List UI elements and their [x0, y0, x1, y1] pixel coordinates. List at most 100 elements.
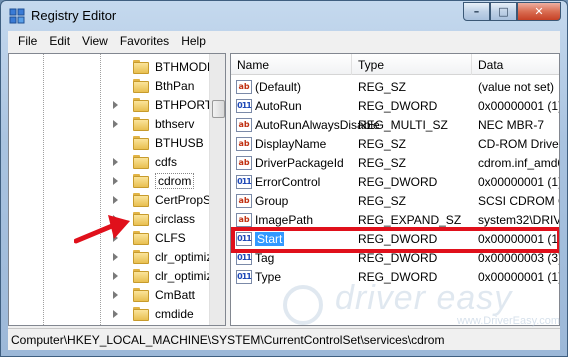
- value-type: REG_DWORD: [358, 99, 438, 113]
- value-data: cdrom.inf_amd64: [478, 156, 559, 170]
- folder-icon: [133, 174, 149, 188]
- tree-item[interactable]: cdrom: [9, 172, 209, 191]
- column-header-data[interactable]: Data: [472, 54, 559, 75]
- expand-arrow-icon[interactable]: [113, 272, 118, 280]
- tree-item[interactable]: clr_optimization: [9, 267, 225, 286]
- string-value-icon: ab: [236, 80, 252, 94]
- menu-view[interactable]: View: [76, 34, 114, 48]
- registry-value-row[interactable]: ab AutoRunAlwaysDisable REG_MULTI_SZ NEC MB…: [231, 116, 559, 135]
- value-type: REG_MULTI_SZ: [358, 118, 448, 132]
- expand-arrow-icon[interactable]: [113, 253, 118, 261]
- registry-value-row[interactable]: 011 Type REG_DWORD 0x00000001 (1): [231, 268, 560, 287]
- tree-item-label: CLFS: [155, 231, 186, 245]
- expand-arrow-icon[interactable]: [113, 291, 118, 299]
- string-value-icon: ab: [236, 194, 252, 208]
- value-data: 0x00000003 (3): [478, 251, 560, 265]
- value-name: ImagePath: [255, 213, 314, 227]
- registry-value-row[interactable]: ab (Default) REG_SZ (value not set): [231, 78, 559, 97]
- string-value-icon: ab: [236, 118, 252, 132]
- value-type: REG_SZ: [358, 80, 407, 94]
- expand-arrow-icon[interactable]: [113, 158, 118, 166]
- tree-item[interactable]: BTHUSB: [9, 134, 209, 153]
- value-data: SCSI CDROM Class: [478, 194, 559, 208]
- menu-bar: File Edit View Favorites Help: [8, 31, 560, 51]
- tree-item-label: CmBatt: [155, 288, 196, 302]
- minimize-button[interactable]: –: [463, 2, 490, 21]
- folder-icon: [133, 193, 149, 207]
- tree-item[interactable]: BTHPORT: [9, 96, 213, 115]
- folder-icon: [133, 117, 149, 131]
- value-data: CD-ROM Driver: [478, 137, 560, 151]
- value-name: DisplayName: [255, 137, 327, 151]
- tree-item[interactable]: BthPan: [9, 77, 209, 96]
- menu-file[interactable]: File: [12, 34, 43, 48]
- tree-item-label: bthserv: [155, 117, 195, 131]
- value-type: REG_DWORD: [358, 251, 438, 265]
- registry-value-row[interactable]: 011 ErrorControl REG_DWORD 0x00000001 (1): [231, 173, 560, 192]
- tree-item-label: BthPan: [155, 79, 195, 93]
- tree-vertical-scrollbar[interactable]: [209, 54, 225, 325]
- list-header: Name Type Data: [231, 54, 559, 75]
- registry-value-row[interactable]: 011 AutoRun REG_DWORD 0x00000001 (1): [231, 97, 559, 116]
- tree-item-label: cdfs: [155, 155, 178, 169]
- dword-value-icon: 011: [236, 251, 252, 265]
- scrollbar-thumb[interactable]: [212, 100, 225, 118]
- value-type: REG_SZ: [358, 137, 407, 151]
- tree-item[interactable]: CmBatt: [9, 286, 209, 305]
- value-type: REG_EXPAND_SZ: [358, 213, 462, 227]
- value-data: 0x00000001 (1): [478, 270, 560, 284]
- expand-arrow-icon[interactable]: [113, 310, 118, 318]
- value-data: NEC MBR-7: [478, 118, 545, 132]
- expand-arrow-icon[interactable]: [113, 120, 118, 128]
- value-data: 0x00000001 (1): [478, 175, 560, 189]
- title-bar[interactable]: Registry Editor – □ ✕: [1, 1, 567, 30]
- folder-icon: [133, 98, 149, 112]
- close-button[interactable]: ✕: [517, 2, 561, 21]
- string-value-icon: ab: [236, 213, 252, 227]
- value-name: Type: [255, 270, 282, 284]
- tree-item-label: BTHMODE: [155, 60, 215, 74]
- window-controls: – □ ✕: [463, 2, 561, 21]
- expand-arrow-icon[interactable]: [113, 101, 118, 109]
- registry-value-row[interactable]: ab DisplayName REG_SZ CD-ROM Driver: [231, 135, 560, 154]
- folder-icon: [133, 288, 149, 302]
- expand-arrow-icon[interactable]: [113, 177, 118, 185]
- value-name: Tag: [255, 251, 275, 265]
- menu-help[interactable]: Help: [175, 34, 212, 48]
- registry-value-row[interactable]: abGroup REG_SZ SCSI CDROM Class: [231, 192, 559, 211]
- start-value-highlight-box: [231, 227, 559, 253]
- expand-arrow-icon[interactable]: [113, 196, 118, 204]
- folder-icon: [133, 307, 149, 321]
- maximize-button[interactable]: □: [490, 2, 517, 21]
- tree-item-label: BTHPORT: [155, 98, 213, 112]
- menu-edit[interactable]: Edit: [43, 34, 76, 48]
- value-data: system32\DRIVERS: [478, 213, 559, 227]
- folder-icon: [133, 60, 149, 74]
- dword-value-icon: 011: [236, 270, 252, 284]
- registry-editor-window: Registry Editor – □ ✕ File Edit View Fav…: [0, 0, 568, 357]
- column-header-type[interactable]: Type: [352, 54, 472, 75]
- registry-values-pane[interactable]: Name Type Data ab (Default) REG_SZ (value n…: [230, 53, 560, 326]
- tree-item-label: BTHUSB: [155, 136, 204, 150]
- tree-item[interactable]: CertPropSvc: [9, 191, 223, 210]
- menu-favorites[interactable]: Favorites: [114, 34, 175, 48]
- registry-value-row[interactable]: abDriverPackageId REG_SZ cdrom.inf_amd64: [231, 154, 559, 173]
- tree-item[interactable]: bthserv: [9, 115, 209, 134]
- column-header-name[interactable]: Name: [231, 54, 352, 75]
- tree-item[interactable]: cdfs: [9, 153, 209, 172]
- maximize-icon: □: [498, 5, 509, 18]
- tree-item[interactable]: BTHMODE: [9, 58, 215, 77]
- red-arrow-annotation: [74, 215, 130, 244]
- value-type: REG_DWORD: [358, 175, 438, 189]
- value-name: (Default): [255, 80, 302, 94]
- minimize-icon: –: [473, 5, 480, 18]
- dword-value-icon: 011: [236, 175, 252, 189]
- registry-tree-pane[interactable]: BTHMODE BthPan BTHPORT bthserv BTHUSB cdfs cdr…: [8, 53, 226, 326]
- status-bar: Computer\HKEY_LOCAL_MACHINE\SYSTEM\Curre…: [8, 328, 560, 350]
- folder-icon: [133, 155, 149, 169]
- tree-item[interactable]: cmdide: [9, 305, 209, 324]
- value-data: (value not set): [478, 80, 555, 94]
- main-content: BTHMODE BthPan BTHPORT bthserv BTHUSB cdfs cdr…: [8, 51, 560, 328]
- value-type: REG_SZ: [358, 194, 407, 208]
- value-type: REG_DWORD: [358, 270, 438, 284]
